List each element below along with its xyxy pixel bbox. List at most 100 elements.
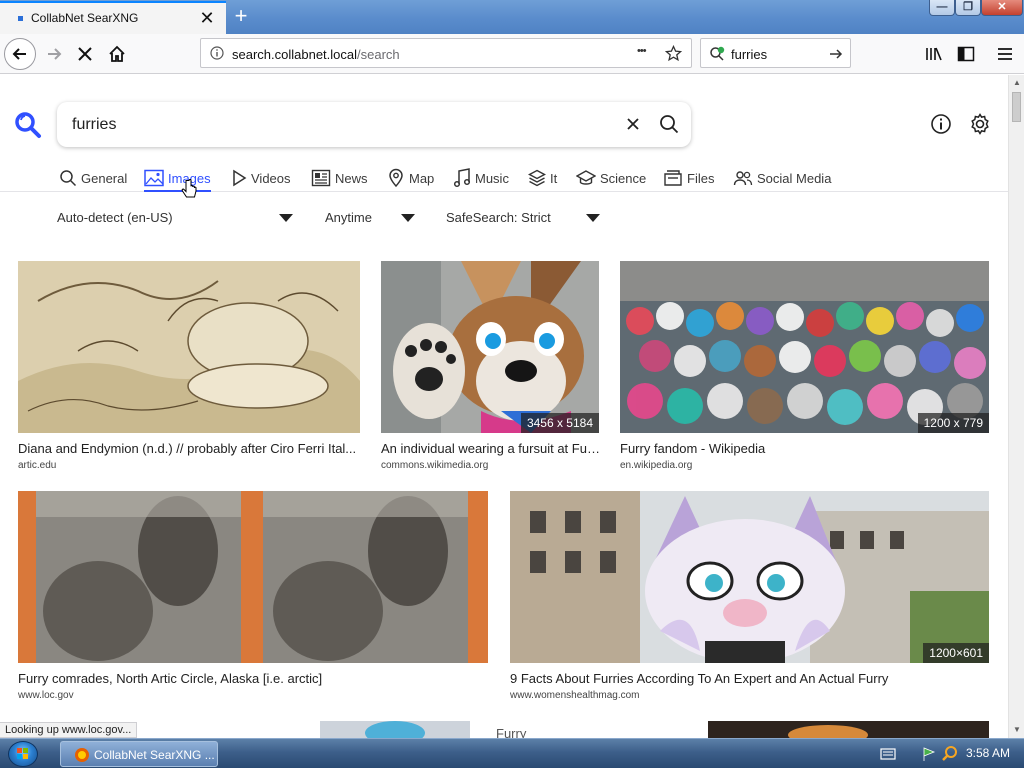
image-dimensions: 1200×601 (923, 643, 989, 663)
scroll-down-icon[interactable]: ▼ (1012, 725, 1022, 734)
search-icon (60, 170, 77, 187)
library-button[interactable] (918, 38, 950, 70)
result-source: en.wikipedia.org (620, 460, 693, 471)
stop-button[interactable] (69, 38, 101, 70)
fursuit-photo-image (381, 261, 599, 433)
browser-app-icon (75, 748, 89, 762)
result-title[interactable]: An individual wearing a fursuit at Fur..… (381, 441, 601, 456)
page-actions-icon[interactable]: ••• (637, 45, 647, 57)
tab-label: General (81, 170, 128, 186)
url-text[interactable]: search.collabnet.local/search (232, 47, 400, 62)
tab-label: Videos (251, 170, 291, 186)
new-tab-button[interactable]: + (230, 4, 252, 28)
network-flag-icon[interactable] (922, 746, 936, 762)
browser-window: CollabNet SearXNG ✕ + — ❐ ✕ search.colla… (0, 0, 1024, 768)
result-image[interactable]: 1200×601 (510, 491, 989, 663)
result-title[interactable]: Furry comrades, North Artic Circle, Alas… (18, 671, 488, 686)
result-title[interactable]: Diana and Endymion (n.d.) // probably af… (18, 441, 360, 456)
searxng-page: furries General Images Videos News Map M… (0, 75, 1008, 738)
keyboard-icon[interactable] (880, 748, 896, 760)
play-icon (233, 169, 247, 187)
safesearch-select[interactable]: SafeSearch: Strict (446, 210, 602, 230)
url-bar[interactable]: search.collabnet.local/search ••• (200, 38, 692, 68)
clear-search-icon[interactable] (623, 114, 643, 134)
menu-button[interactable] (989, 38, 1021, 70)
language-value: Auto-detect (en-US) (57, 210, 173, 225)
result-image[interactable] (708, 721, 989, 738)
result-source: www.loc.gov (18, 690, 74, 701)
image-dimensions: 3456 x 5184 (520, 413, 599, 433)
hand-cursor-icon (181, 179, 197, 198)
result-title[interactable]: Furry fandom - Wikipedia (620, 441, 989, 456)
tab-it[interactable]: It (528, 166, 557, 190)
info-icon[interactable] (210, 46, 224, 60)
tab-map[interactable]: Map (387, 166, 434, 190)
files-icon (664, 170, 682, 186)
time-range-select[interactable]: Anytime (325, 210, 417, 230)
music-icon (453, 168, 471, 188)
page-scrollbar[interactable]: ▲ ▼ (1008, 75, 1024, 738)
search-box[interactable]: furries (57, 102, 691, 147)
chevron-down-icon (586, 214, 600, 222)
tab-title: CollabNet SearXNG (31, 11, 139, 25)
info-about-icon[interactable] (929, 112, 953, 136)
back-arrow-icon (12, 48, 26, 60)
windows-logo-icon (17, 748, 28, 759)
result-image[interactable] (18, 491, 488, 663)
taskbar: CollabNet SearXNG ... 3:58 AM (0, 738, 1024, 768)
minimize-button[interactable]: — (929, 0, 955, 16)
tab-label: Files (687, 170, 715, 186)
tab-general[interactable]: General (59, 166, 127, 190)
taskbar-clock: 3:58 AM (966, 746, 1011, 760)
partial-image (320, 721, 470, 738)
people-icon (733, 171, 753, 186)
home-button[interactable] (101, 38, 133, 70)
search-bar-text: furries (731, 47, 768, 62)
tab-images[interactable]: Images (144, 166, 211, 192)
scrollbar-thumb[interactable] (1012, 92, 1021, 122)
search-bar[interactable]: furries (700, 38, 851, 68)
taskbar-browser-button[interactable]: CollabNet SearXNG ... (60, 741, 218, 767)
forward-button[interactable] (38, 38, 70, 70)
sidebar-icon (957, 46, 975, 62)
back-button[interactable] (4, 38, 36, 70)
scroll-up-icon[interactable]: ▲ (1012, 78, 1022, 87)
safesearch-value: SafeSearch: Strict (446, 210, 551, 225)
tab-videos[interactable]: Videos (231, 166, 291, 190)
search-go-icon[interactable] (828, 46, 844, 62)
tab-social-media[interactable]: Social Media (733, 166, 831, 190)
tab-news[interactable]: News (311, 166, 368, 190)
result-title[interactable]: 9 Facts About Furries According To An Ex… (510, 671, 989, 686)
tab-science[interactable]: Science (576, 166, 646, 190)
bookmark-star-icon[interactable] (665, 45, 682, 62)
news-icon (311, 169, 331, 187)
result-image[interactable] (18, 261, 360, 433)
graduation-cap-icon (576, 170, 596, 185)
language-select[interactable]: Auto-detect (en-US) (57, 210, 295, 230)
navigation-toolbar: search.collabnet.local/search ••• furrie… (0, 34, 1024, 74)
stereograph-image (18, 491, 488, 663)
result-title[interactable]: Furry (496, 726, 556, 738)
settings-gear-icon[interactable] (968, 112, 992, 136)
maximize-button[interactable]: ❐ (955, 0, 981, 16)
tab-files[interactable]: Files (663, 166, 714, 190)
url-domain: search.collabnet.local (232, 47, 358, 62)
tab-label: Music (475, 170, 509, 186)
result-image[interactable]: 1200 x 779 (620, 261, 989, 433)
result-image[interactable] (320, 721, 470, 738)
tab-label: Social Media (757, 170, 832, 186)
browser-tab[interactable]: CollabNet SearXNG ✕ (0, 1, 226, 34)
close-window-button[interactable]: ✕ (981, 0, 1023, 16)
category-tabs: General Images Videos News Map Music It … (0, 162, 1008, 192)
search-input[interactable]: furries (72, 116, 116, 134)
favicon-icon (18, 16, 23, 21)
result-image[interactable]: 3456 x 5184 (381, 261, 599, 433)
start-button[interactable] (8, 741, 38, 767)
chevron-down-icon (401, 214, 415, 222)
searxng-logo-icon[interactable] (14, 111, 42, 139)
search-tray-icon[interactable] (941, 745, 959, 763)
close-tab-icon[interactable]: ✕ (199, 8, 215, 28)
sidebar-button[interactable] (950, 38, 982, 70)
tab-music[interactable]: Music (453, 166, 509, 190)
search-submit-icon[interactable] (658, 113, 680, 135)
